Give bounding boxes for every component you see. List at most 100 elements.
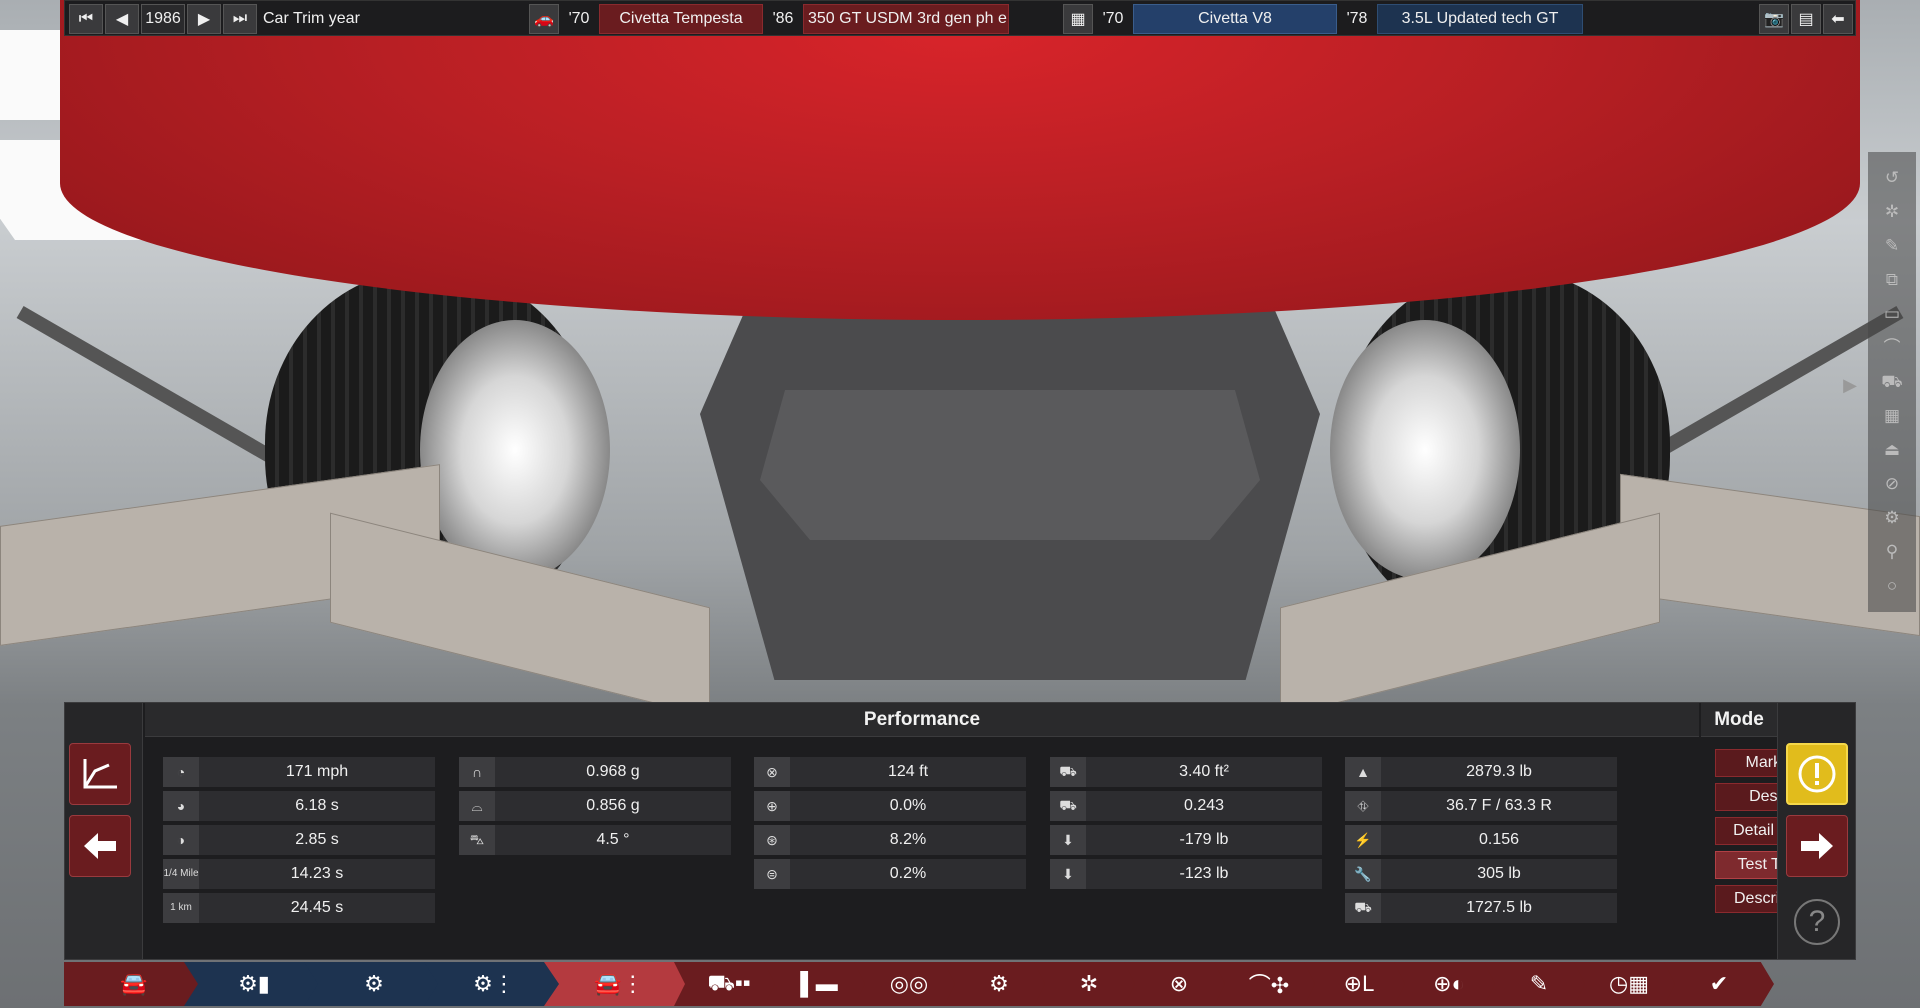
- camera-icon[interactable]: 📷: [1759, 4, 1789, 34]
- engine-view-icon[interactable]: ▦: [1880, 404, 1904, 428]
- back-icon[interactable]: ⬅: [1823, 4, 1853, 34]
- trim-year: '86: [772, 10, 794, 27]
- body-roll-value: 4.5 °: [596, 831, 630, 848]
- oversteer-icon: ⊛: [754, 825, 790, 855]
- brake-view-icon[interactable]: ⊘: [1880, 472, 1904, 496]
- tuning-icon: ✎: [1529, 971, 1549, 996]
- weight-distribution-icon: ⛗: [1345, 791, 1381, 821]
- mode-header: Mode: [1701, 703, 1777, 737]
- view-toolbar: ↺ ✲ ✎ ⧉ ▭ ⌒ ⛟ ▦ ⏏ ⊘ ⚙ ⚲ ○: [1868, 152, 1916, 612]
- engine-family-icon: ⚙▮: [238, 971, 270, 996]
- safety-icon: ⊕◐: [1433, 971, 1465, 996]
- tab-car-model[interactable]: 🚘: [64, 962, 204, 1006]
- year-label: Car Trim year: [263, 10, 360, 27]
- wheel-view-icon[interactable]: ✲: [1880, 200, 1904, 224]
- acceleration-60-icon: ◕: [163, 791, 199, 821]
- braking-distance-icon: ⊗: [754, 757, 790, 787]
- engine-icon[interactable]: ▦: [1063, 4, 1093, 34]
- car-body: [60, 0, 1860, 320]
- wheels-icon: ✲: [1079, 971, 1099, 996]
- stat-row: ⌓ 0.856 g: [459, 791, 731, 821]
- trim-name[interactable]: 350 GT USDM 3rd gen ph e: [803, 4, 1009, 34]
- suspension-icon: ▌▬: [800, 971, 838, 996]
- brakes-icon: ⊗: [1169, 971, 1189, 996]
- lift-icon: ⚡: [1345, 825, 1381, 855]
- frontal-area-icon: ⛟: [1050, 757, 1086, 787]
- stat-row: ⛗ 36.7 F / 63.3 R: [1345, 791, 1617, 821]
- variant-year: '78: [1346, 10, 1368, 27]
- trim-icon: 🚘⋮: [594, 971, 644, 996]
- engine-year: '70: [1102, 10, 1124, 27]
- rear-downforce-value: -123 lb: [1179, 865, 1229, 882]
- interior-icon: ⊕L: [1343, 971, 1375, 996]
- car-view-icon[interactable]: ⛟: [1880, 370, 1904, 394]
- passing-time-value: 2.85 s: [295, 831, 339, 848]
- car-model-icon: 🚘: [120, 971, 148, 996]
- lateral-g-low-icon: ⌓: [459, 791, 495, 821]
- one-km-icon: 1 km: [163, 893, 199, 923]
- first-year-button[interactable]: ⏮: [69, 4, 103, 34]
- underbody-panel: [760, 390, 1260, 540]
- stat-row: 1/4 Mile 14.23 s: [163, 859, 435, 889]
- model-year: '70: [568, 10, 590, 27]
- floor-beam: [16, 305, 284, 469]
- paint-view-icon[interactable]: ✎: [1880, 234, 1904, 258]
- oversteer-value: 8.2%: [889, 831, 927, 848]
- lift-view-icon[interactable]: ⏏: [1880, 438, 1904, 462]
- stat-row: ⛍ 4.5 °: [459, 825, 731, 855]
- report-icon[interactable]: ▤: [1791, 4, 1821, 34]
- variant-name[interactable]: 3.5L Updated tech GT: [1377, 4, 1583, 34]
- expand-toolbar-icon[interactable]: ▶: [1836, 370, 1864, 400]
- right-rim: [1330, 320, 1520, 580]
- service-value: 305 lb: [1477, 865, 1521, 882]
- tab-trim[interactable]: 🚘⋮: [544, 962, 694, 1006]
- panel-view-icon[interactable]: ▭: [1880, 302, 1904, 326]
- chassis-view-icon[interactable]: ⧉: [1880, 268, 1904, 292]
- lift-value: 0.156: [1478, 831, 1520, 848]
- chassis-icon: ⛟▪▪: [707, 969, 751, 995]
- stat-row: ⊕ 0.0%: [754, 791, 1026, 821]
- year-field[interactable]: 1986: [141, 4, 185, 34]
- tab-engine-family[interactable]: ⚙▮: [184, 962, 324, 1006]
- next-year-button[interactable]: ▶: [187, 4, 221, 34]
- right-controls: ?: [1777, 703, 1855, 959]
- understeer-icon: ⊕: [754, 791, 790, 821]
- weight-distribution-value: 36.7 F / 63.3 R: [1446, 797, 1552, 814]
- stat-row: ⊗ 124 ft: [754, 757, 1026, 787]
- aero-icon: ⌒✣: [1248, 973, 1290, 998]
- quarter-mile-value: 14.23 s: [290, 865, 344, 882]
- model-name[interactable]: Civetta Tempesta: [599, 4, 763, 34]
- zero-to-sixty-value: 6.18 s: [295, 797, 339, 814]
- towing-icon: ⛟: [1345, 893, 1381, 923]
- next-button[interactable]: [1786, 815, 1848, 877]
- tab-engine-tune[interactable]: ⚙⋮: [424, 962, 564, 1006]
- reset-view-icon[interactable]: ↺: [1880, 166, 1904, 190]
- circle-view-icon[interactable]: ○: [1880, 574, 1904, 598]
- one-km-value: 24.45 s: [290, 899, 344, 916]
- stat-row: 🔧 305 lb: [1345, 859, 1617, 889]
- last-year-button[interactable]: ⏭: [223, 4, 257, 34]
- help-button[interactable]: ?: [1794, 899, 1840, 945]
- body-view-icon[interactable]: ⌒: [1880, 336, 1904, 360]
- gear-view-icon[interactable]: ⚙: [1880, 506, 1904, 530]
- tab-finish[interactable]: ✔: [1664, 962, 1774, 1006]
- arrow-left-icon: [84, 833, 116, 859]
- stat-row: ⬇ -179 lb: [1050, 825, 1322, 855]
- tab-engine-variant[interactable]: ⚙: [304, 962, 444, 1006]
- stat-row: 1 km 24.45 s: [163, 893, 435, 923]
- stat-row: ⛟ 3.40 ft²: [1050, 757, 1322, 787]
- warning-button[interactable]: [1786, 743, 1848, 805]
- car-model-icon[interactable]: 🚗: [529, 4, 559, 34]
- stat-row: ⊜ 0.2%: [754, 859, 1026, 889]
- prev-button[interactable]: [69, 815, 131, 877]
- performance-header: Performance: [145, 703, 1699, 737]
- stat-row: ∩ 0.968 g: [459, 757, 731, 787]
- graph-button[interactable]: [69, 743, 131, 805]
- front-downforce-icon: ⬇: [1050, 825, 1086, 855]
- person-view-icon[interactable]: ⚲: [1880, 540, 1904, 564]
- engine-name[interactable]: Civetta V8: [1133, 4, 1337, 34]
- finish-icon: ✔: [1709, 971, 1729, 996]
- left-controls: [65, 703, 143, 959]
- prev-year-button[interactable]: ◀: [105, 4, 139, 34]
- stat-row: ⊛ 8.2%: [754, 825, 1026, 855]
